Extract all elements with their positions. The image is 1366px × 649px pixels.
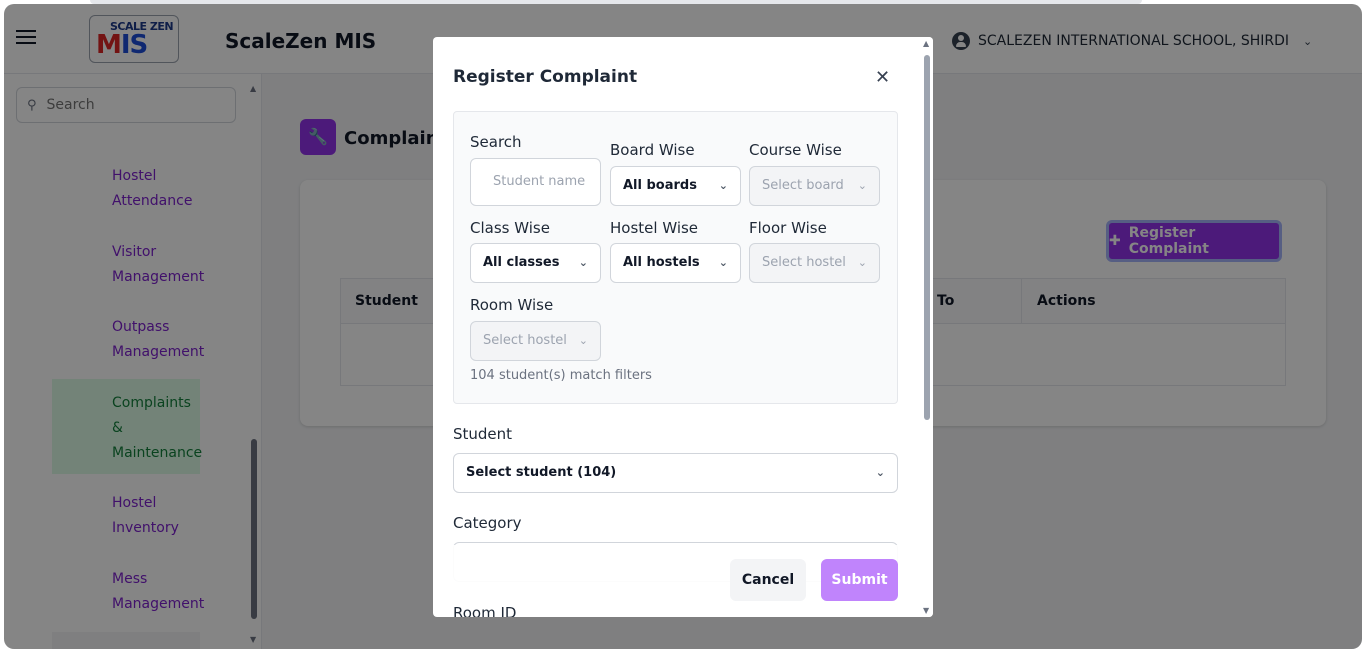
filter-panel: Search Student name Board Wise All board… <box>453 111 898 404</box>
floor-select[interactable]: Select hostel ⌄ <box>749 243 880 283</box>
cancel-button[interactable]: Cancel <box>730 559 806 601</box>
class-select-value: All classes <box>483 255 560 270</box>
submit-button[interactable]: Submit <box>821 559 898 601</box>
floor-select-value: Select hostel <box>762 255 846 270</box>
app-window: SCALE ZEN MIS ScaleZen MIS SCALEZEN INTE… <box>4 4 1362 649</box>
chevron-down-icon: ⌄ <box>578 256 588 269</box>
room-select-value: Select hostel <box>483 333 567 348</box>
student-select[interactable]: Select student (104) ⌄ <box>453 453 898 493</box>
room-wise-label: Room Wise <box>470 296 554 314</box>
student-name-input[interactable]: Student name <box>470 158 601 206</box>
room-select[interactable]: Select hostel ⌄ <box>470 321 601 361</box>
search-label: Search <box>470 133 522 151</box>
scroll-up-arrow-icon[interactable]: ▲ <box>923 39 929 48</box>
course-wise-label: Course Wise <box>749 141 842 159</box>
modal-scroll-thumb[interactable] <box>924 55 930 420</box>
board-select-value: All boards <box>623 178 697 193</box>
register-complaint-modal: Register Complaint ✕ Search Student name… <box>433 37 933 617</box>
student-label: Student <box>453 425 513 443</box>
modal-scrollbar[interactable]: ▲ ▼ <box>921 37 933 617</box>
scroll-down-arrow-icon[interactable]: ▼ <box>923 606 929 615</box>
class-wise-label: Class Wise <box>470 219 550 237</box>
board-wise-label: Board Wise <box>610 141 695 159</box>
chevron-down-icon: ⌄ <box>857 256 867 269</box>
hostel-wise-label: Hostel Wise <box>610 219 699 237</box>
course-select-value: Select board <box>762 178 844 193</box>
category-label: Category <box>453 514 522 532</box>
chevron-down-icon: ⌄ <box>857 179 867 192</box>
course-select[interactable]: Select board ⌄ <box>749 166 880 206</box>
floor-wise-label: Floor Wise <box>749 219 827 237</box>
hostel-select[interactable]: All hostels ⌄ <box>610 243 741 283</box>
board-select[interactable]: All boards ⌄ <box>610 166 741 206</box>
room-id-label: Room ID <box>453 604 517 617</box>
chevron-down-icon: ⌄ <box>578 334 588 347</box>
student-select-value: Select student (104) <box>466 465 617 480</box>
chevron-down-icon: ⌄ <box>875 466 885 479</box>
close-icon[interactable]: ✕ <box>875 67 890 88</box>
chevron-down-icon: ⌄ <box>718 256 728 269</box>
modal-title: Register Complaint <box>453 67 638 87</box>
class-select[interactable]: All classes ⌄ <box>470 243 601 283</box>
match-count-text: 104 student(s) match filters <box>470 368 652 383</box>
hostel-select-value: All hostels <box>623 255 700 270</box>
chevron-down-icon: ⌄ <box>718 179 728 192</box>
